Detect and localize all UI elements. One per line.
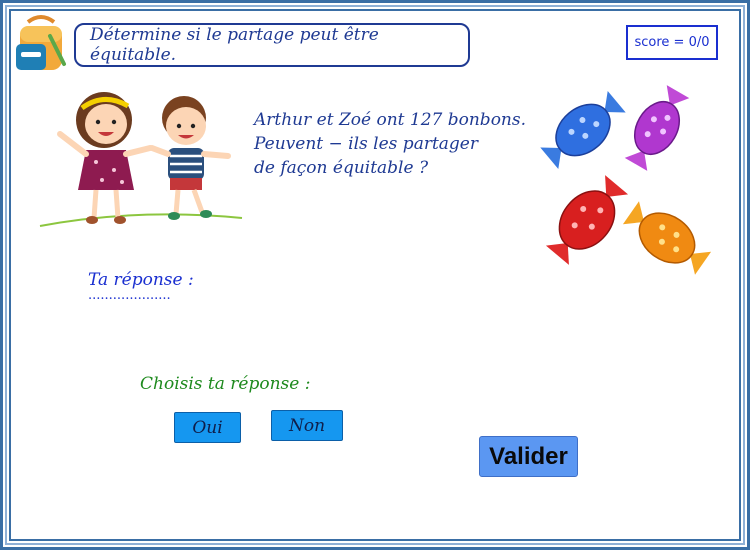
oui-button-label: Oui	[192, 417, 223, 438]
backpack-icon	[16, 15, 66, 70]
score-display: score = 0/0	[626, 25, 718, 60]
problem-statement: Arthur et Zoé ont 127 bonbons. Peuvent −…	[254, 108, 534, 180]
validate-button-label: Valider	[489, 442, 568, 470]
candies-illustration	[540, 85, 712, 275]
answer-label: Ta réponse :	[88, 270, 194, 290]
choose-answer-label: Choisis ta réponse :	[140, 374, 311, 394]
instruction-box: Détermine si le partage peut être équita…	[74, 23, 470, 67]
instruction-text: Détermine si le partage peut être équita…	[90, 25, 379, 65]
problem-line-3: de façon équitable ?	[254, 158, 429, 178]
oui-button[interactable]: Oui	[174, 412, 241, 443]
score-text: score = 0/0	[634, 35, 710, 50]
validate-button[interactable]: Valider	[479, 436, 578, 477]
children-illustration	[39, 92, 243, 227]
problem-line-2: Peuvent − ils les partager	[254, 134, 478, 154]
non-button[interactable]: Non	[271, 410, 343, 441]
non-button-label: Non	[288, 415, 326, 436]
answer-input[interactable]: ....................	[88, 288, 171, 303]
problem-line-1: Arthur et Zoé ont 127 bonbons.	[254, 110, 526, 130]
